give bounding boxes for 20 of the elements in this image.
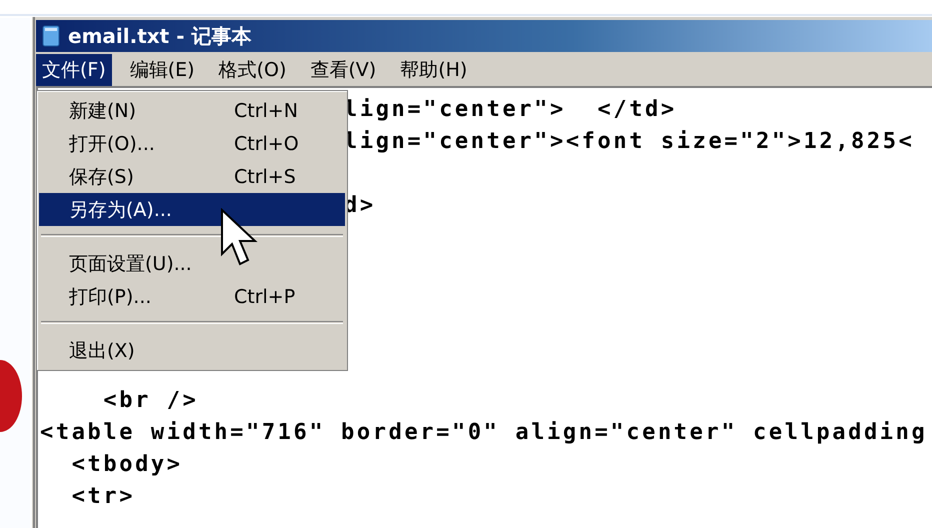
menu-item[interactable]: 文件(F) [36,54,112,86]
menu-item[interactable]: 打印(P)... Ctrl+P [39,280,345,313]
code-line: lign="center"> </td> [344,97,677,122]
menu-item[interactable]: 另存为(A)... [39,193,345,226]
menu-item[interactable]: 查看(V) [304,54,382,86]
code-line: lign="center"><font size="2">12,825< [344,129,914,154]
menu-item[interactable]: 退出(X) [39,334,345,367]
code-line: <table width="716" border="0" align="center" cellpadding [40,420,928,445]
notepad-icon [40,24,62,48]
menu-item[interactable]: 格式(O) [212,54,292,86]
code-line: <tbody> [70,452,183,477]
menu-item[interactable]: 新建(N) Ctrl+N [39,94,345,127]
menu-item[interactable]: 打开(O)... Ctrl+O [39,127,345,160]
menu-item[interactable]: 保存(S) Ctrl+S [39,160,345,193]
code-line: <tr> [70,484,136,509]
code-line: <br /> [102,388,198,413]
menu-item[interactable]: 帮助(H) [394,54,474,86]
menu-item[interactable]: 编辑(E) [124,54,201,86]
window-title: email.txt - 记事本 [68,22,252,50]
menu-item[interactable]: 页面设置(U)... [39,247,345,280]
